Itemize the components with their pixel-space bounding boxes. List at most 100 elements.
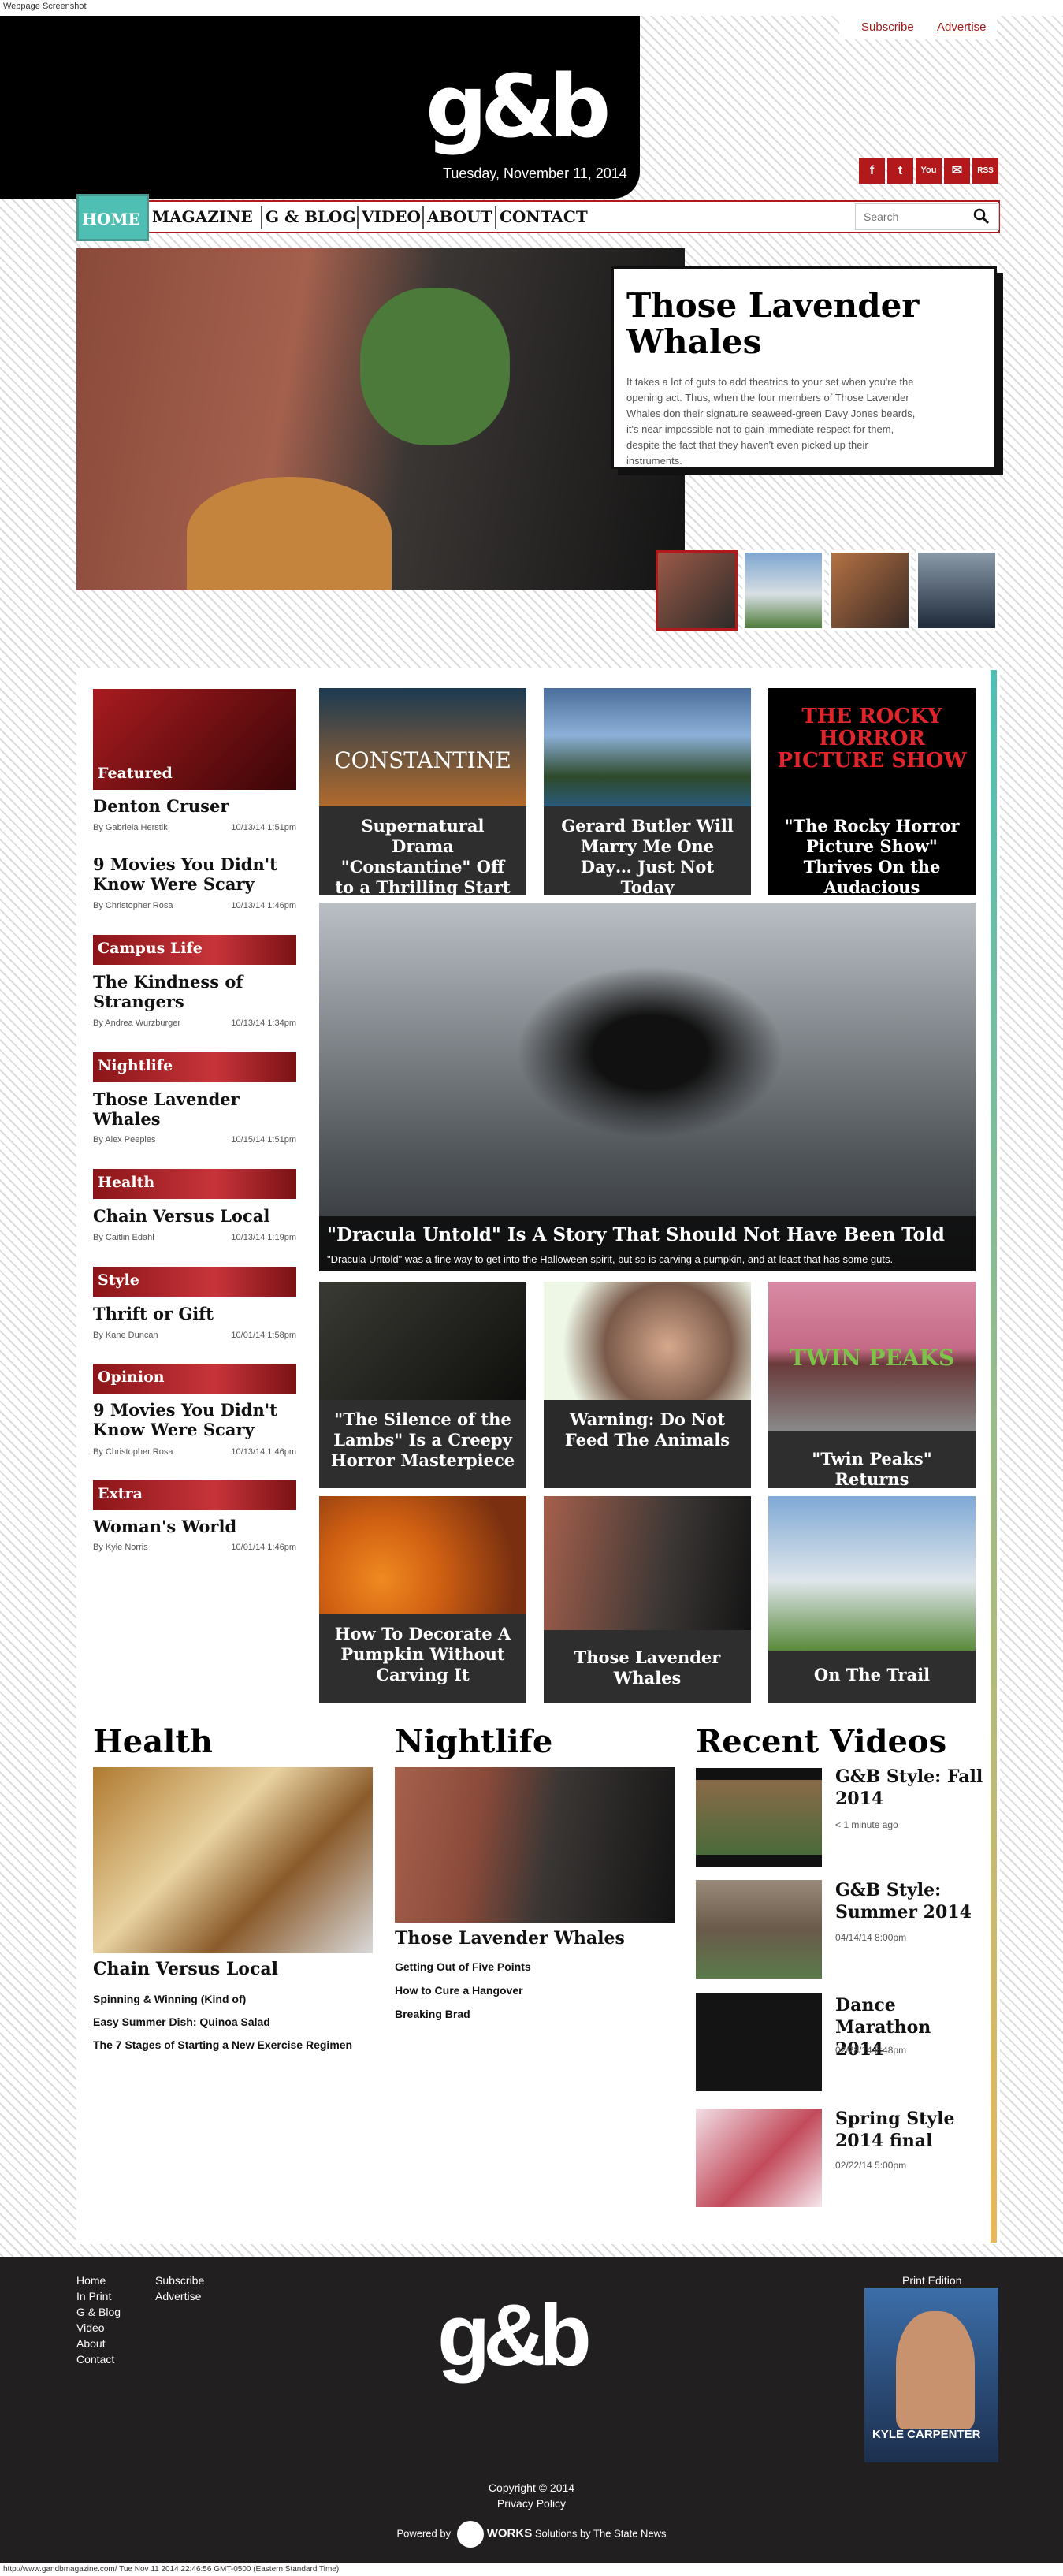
video-title[interactable]: G&B Style: Summer 2014	[835, 1879, 985, 1923]
footer-link-in-print[interactable]: In Print	[76, 2290, 111, 2302]
big-story[interactable]: "Dracula Untold" Is A Story That Should …	[319, 903, 976, 1271]
hero-thumb-3[interactable]	[829, 550, 911, 631]
health-link[interactable]: Easy Summer Dish: Quinoa Salad	[93, 2016, 270, 2028]
sidebar-byline: By Kyle Norris 10/01/14 1:46pm	[93, 1543, 296, 1552]
hero-beard-shape	[360, 288, 510, 445]
sidebar-section-nightlife[interactable]: Nightlife	[93, 1052, 296, 1082]
browser-caption: Webpage Screenshot	[0, 0, 1063, 16]
facebook-icon[interactable]: f	[859, 158, 885, 184]
footer-link-video[interactable]: Video	[76, 2321, 105, 2334]
health-heading[interactable]: Health	[93, 1723, 213, 1760]
nightlife-link[interactable]: How to Cure a Hangover	[395, 1984, 523, 1997]
sidebar-byline: By Andrea Wurzburger 10/13/14 1:34pm	[93, 1018, 296, 1028]
video-date: 02/28/14 5:48pm	[835, 2045, 907, 2056]
footer-link-home[interactable]: Home	[76, 2274, 106, 2287]
video-date: 02/22/14 5:00pm	[835, 2160, 907, 2171]
nav-home[interactable]: HOME	[76, 194, 149, 241]
social-links: f t You ✉ RSS	[859, 158, 1001, 184]
story-tile[interactable]: Warning: Do Not Feed The Animals	[544, 1282, 751, 1488]
nightlife-link[interactable]: Breaking Brad	[395, 2008, 470, 2020]
footer-link-about[interactable]: About	[76, 2337, 106, 2350]
story-tile[interactable]: THE ROCKY HORROR PICTURE SHOW "The Rocky…	[768, 688, 976, 895]
cover-name: KYLE CARPENTER	[872, 2428, 981, 2441]
search-icon[interactable]	[972, 207, 990, 225]
footer-link-contact[interactable]: Contact	[76, 2353, 114, 2366]
story-tile[interactable]: Gerard Butler Will Marry Me One Day… Jus…	[544, 688, 751, 895]
nightlife-image[interactable]	[395, 1767, 675, 1923]
video-title[interactable]: Spring Style 2014 final	[835, 2108, 985, 2152]
masthead: g&b Tuesday, November 11, 2014	[0, 16, 640, 199]
video-title[interactable]: G&B Style: Fall 2014	[835, 1766, 985, 1810]
sidebar-title[interactable]: Thrift or Gift	[93, 1304, 296, 1323]
sidebar-title[interactable]: The Kindness of Strangers	[93, 972, 296, 1011]
hero-thumb-4[interactable]	[916, 550, 998, 631]
subscribe-link[interactable]: Subscribe	[861, 20, 914, 34]
sidebar-byline: By Gabriela Herstik 10/13/14 1:51pm	[93, 823, 296, 832]
health-link[interactable]: Spinning & Winning (Kind of)	[93, 1993, 246, 2005]
video-thumb[interactable]	[696, 1880, 822, 1979]
tile-caption: On The Trail	[768, 1651, 976, 1703]
nightlife-lead-title[interactable]: Those Lavender Whales	[395, 1929, 675, 1949]
story-tile[interactable]: On The Trail	[768, 1496, 976, 1703]
sidebar-title[interactable]: Those Lavender Whales	[93, 1089, 296, 1129]
rss-icon[interactable]: RSS	[972, 158, 998, 184]
nav-about[interactable]: ABOUT	[422, 206, 496, 229]
sidebar-byline: By Caitlin Edahl 10/13/14 1:19pm	[93, 1233, 296, 1242]
sidebar-section-featured[interactable]: Featured	[93, 689, 296, 790]
sidebar-title[interactable]: Denton Cruser	[93, 796, 296, 816]
twitter-icon[interactable]: t	[887, 158, 913, 184]
sidebar-title[interactable]: 9 Movies You Didn't Know Were Scary	[93, 854, 296, 894]
cover-portrait	[896, 2311, 975, 2429]
sidebar-section-opinion[interactable]: Opinion	[93, 1364, 296, 1394]
sidebar-section-campus-life[interactable]: Campus Life	[93, 935, 296, 965]
tile-image	[544, 1282, 751, 1400]
story-tile[interactable]: CONSTANTINE Supernatural Drama "Constant…	[319, 688, 526, 895]
footer-logo[interactable]: g&b	[437, 2292, 592, 2379]
youtube-icon[interactable]: You	[916, 158, 942, 184]
health-link[interactable]: The 7 Stages of Starting a New Exercise …	[93, 2038, 352, 2051]
browser-footer-url: http://www.gandbmagazine.com/ Tue Nov 11…	[0, 2563, 1063, 2576]
nav-g-and-blog[interactable]: G & BLOG	[261, 206, 359, 229]
masthead-date: Tuesday, November 11, 2014	[443, 166, 627, 181]
hero-card[interactable]: Those Lavender Whales It takes a lot of …	[611, 266, 997, 469]
video-date: < 1 minute ago	[835, 1819, 898, 1830]
nav-magazine[interactable]: MAGAZINE	[149, 206, 256, 229]
site-logo[interactable]: g&b	[426, 63, 611, 150]
sidebar-title[interactable]: 9 Movies You Didn't Know Were Scary	[93, 1400, 296, 1439]
nightlife-link[interactable]: Getting Out of Five Points	[395, 1960, 531, 1973]
nightlife-heading[interactable]: Nightlife	[395, 1723, 552, 1760]
sidebar-section-health[interactable]: Health	[93, 1169, 296, 1199]
email-icon[interactable]: ✉	[944, 158, 970, 184]
story-tile[interactable]: How To Decorate A Pumpkin Without Carvin…	[319, 1496, 526, 1703]
print-edition-cover[interactable]: KYLE CARPENTER	[864, 2288, 998, 2462]
hero-image[interactable]	[76, 248, 685, 590]
videos-heading[interactable]: Recent Videos	[696, 1723, 946, 1760]
tile-image	[544, 1496, 751, 1630]
footer-link-g-and-blog[interactable]: G & Blog	[76, 2306, 121, 2318]
sidebar-title[interactable]: Chain Versus Local	[93, 1206, 296, 1226]
hero-thumb-1[interactable]	[656, 550, 738, 631]
sidebar-section-extra[interactable]: Extra	[93, 1480, 296, 1510]
story-tile[interactable]: "The Silence of the Lambs" Is a Creepy H…	[319, 1282, 526, 1488]
big-story-title[interactable]: "Dracula Untold" Is A Story That Should …	[327, 1224, 968, 1245]
nav-video[interactable]: VIDEO	[357, 206, 424, 229]
footer-link-advertise[interactable]: Advertise	[155, 2290, 201, 2302]
video-thumb[interactable]	[696, 1768, 822, 1867]
hero-thumb-2[interactable]	[742, 550, 824, 631]
copyright: Copyright © 2014	[488, 2481, 575, 2494]
sidebar-section-style[interactable]: Style	[93, 1267, 296, 1297]
video-thumb[interactable]	[696, 1993, 822, 2091]
sidebar-title[interactable]: Woman's World	[93, 1517, 296, 1536]
video-thumb[interactable]	[696, 2109, 822, 2207]
nav-contact[interactable]: CONTACT	[495, 206, 591, 229]
footer-link-subscribe[interactable]: Subscribe	[155, 2274, 204, 2287]
sidebar-byline: By Christopher Rosa 10/13/14 1:46pm	[93, 901, 296, 910]
privacy-link[interactable]: Privacy Policy	[0, 2497, 1063, 2510]
story-tile[interactable]: Those Lavender Whales	[544, 1496, 751, 1703]
hero-title[interactable]: Those Lavender Whales	[626, 288, 982, 360]
story-tile[interactable]: TWIN PEAKS "Twin Peaks" Returns	[768, 1282, 976, 1488]
tile-caption: Gerard Butler Will Marry Me One Day… Jus…	[544, 806, 751, 895]
health-image[interactable]	[93, 1767, 373, 1953]
advertise-link[interactable]: Advertise	[937, 20, 987, 34]
health-lead-title[interactable]: Chain Versus Local	[93, 1960, 373, 1979]
